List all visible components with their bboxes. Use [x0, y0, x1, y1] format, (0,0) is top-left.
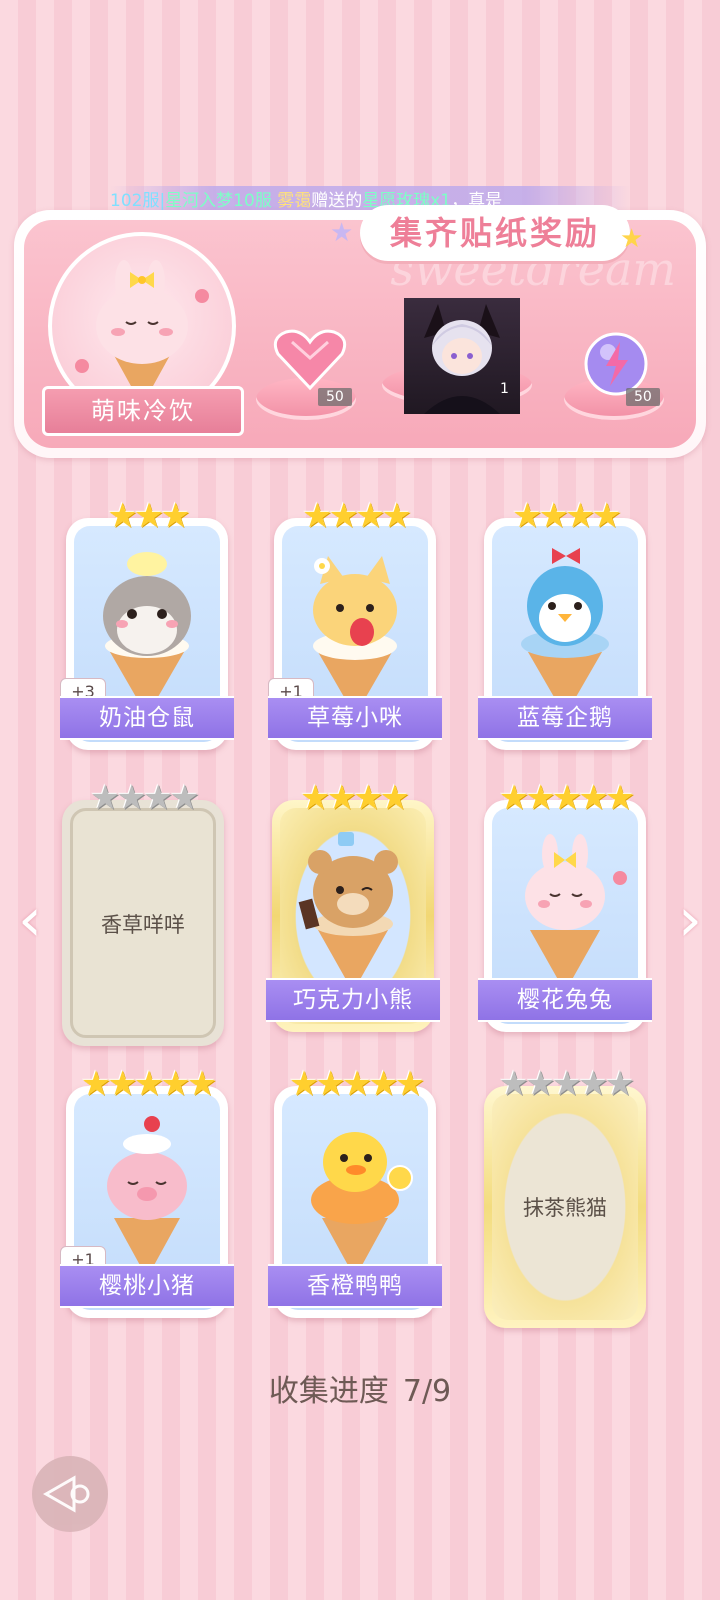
card-label: 香草咩咩	[101, 913, 185, 937]
card-art: 香草咩咩	[70, 808, 216, 1038]
marquee-server: 102服	[110, 191, 160, 211]
badge-label: 萌味冷饮	[42, 386, 244, 436]
card-label: 巧克力小熊	[266, 978, 440, 1022]
reward-count: 50	[626, 388, 660, 406]
sticker-card-penguin[interactable]: ★★★★ 蓝莓企鹅	[478, 496, 652, 750]
star-rating: ★★★★	[300, 778, 410, 818]
star-rating: ★★★★★	[80, 1064, 217, 1104]
card-label: 蓝莓企鹅	[478, 696, 652, 740]
card-label: 樱花兔兔	[478, 978, 652, 1022]
star-rating: ★★★★	[512, 496, 622, 536]
next-page-button[interactable]: ›	[670, 890, 710, 950]
star-rating: ★★★★	[302, 496, 412, 536]
card-label: 抹茶熊猫	[523, 1196, 607, 1220]
progress-value: 7/9	[402, 1374, 452, 1409]
banner-title: 集齐贴纸奖励	[360, 205, 630, 261]
sticker-card-panda-locked[interactable]: 抹茶熊猫 ★★★★★	[484, 1064, 646, 1328]
star-deco-icon: ★	[330, 218, 354, 248]
star-rating: ★★★★★	[288, 1064, 425, 1104]
sticker-card-hamster[interactable]: ★★★ +3 奶油仓鼠	[60, 496, 234, 750]
marquee-verb: 赠送的	[311, 191, 363, 211]
marquee-name: 雾霭	[277, 191, 312, 211]
prev-page-button[interactable]: ‹	[10, 890, 50, 950]
sticker-card-duck[interactable]: ★★★★★ 香橙鸭鸭	[268, 1064, 442, 1318]
progress-label: 收集进度	[268, 1374, 389, 1409]
marquee-player: 星河入梦10服	[165, 191, 272, 211]
reward-count: 50	[318, 388, 352, 406]
sticker-card-pig[interactable]: ★★★★★ +1 樱桃小猪	[60, 1064, 234, 1318]
star-rating: ★★★★	[90, 778, 200, 818]
star-rating: ★★★	[107, 496, 190, 536]
back-button[interactable]	[32, 1456, 108, 1532]
card-label: 樱桃小猪	[60, 1264, 234, 1308]
sticker-card-sheep-locked[interactable]: 香草咩咩 ★★★★	[62, 778, 224, 1046]
star-deco-icon: ★	[620, 224, 644, 254]
collection-progress: 收集进度 7/9	[0, 1366, 720, 1410]
back-arrow-icon	[42, 1475, 90, 1513]
sticker-card-bunny[interactable]: ★★★★★ 樱花兔兔	[478, 778, 652, 1032]
card-label: 草莓小咪	[268, 696, 442, 740]
sticker-card-bear[interactable]: ★★★★ 巧克力小熊	[266, 778, 440, 1032]
star-rating: ★★★★★	[498, 1064, 635, 1104]
star-rating: ★★★★★	[498, 778, 635, 818]
card-label: 奶油仓鼠	[60, 696, 234, 740]
heart-gem-icon[interactable]	[272, 328, 348, 392]
card-label: 香橙鸭鸭	[268, 1264, 442, 1308]
card-art: 抹茶熊猫	[492, 1094, 638, 1320]
sticker-card-cat[interactable]: ★★★★ +1 草莓小咪	[268, 496, 442, 750]
reward-count: 1	[500, 381, 509, 397]
